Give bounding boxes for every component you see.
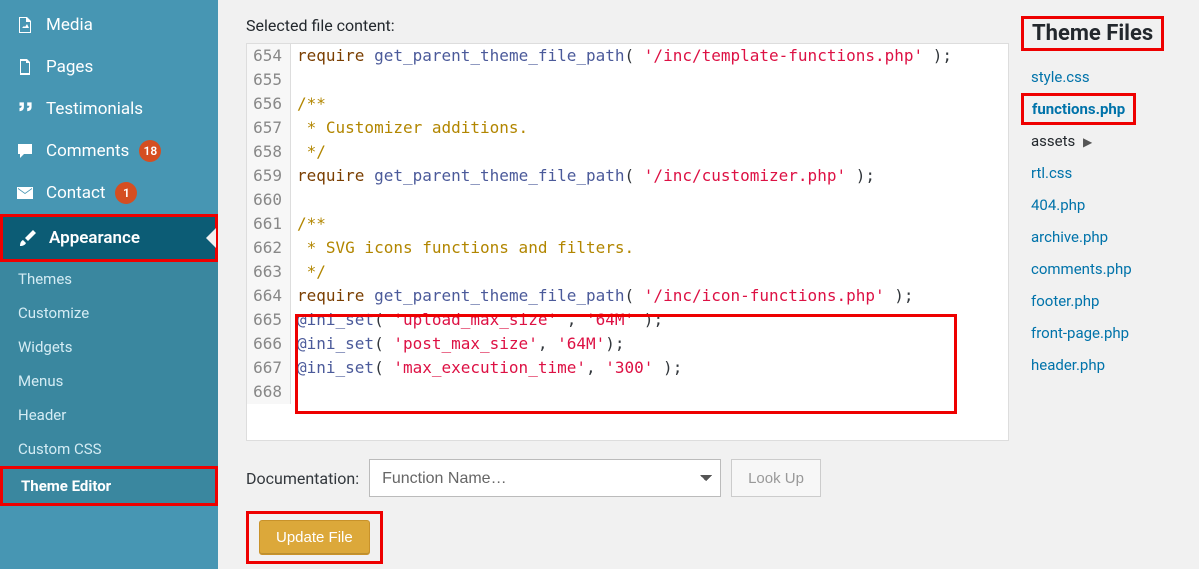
sidebar-item-appearance[interactable]: Appearance xyxy=(0,214,218,262)
theme-file-front-page-php[interactable]: front-page.php xyxy=(1021,317,1179,349)
line-number: 658 xyxy=(247,140,291,164)
sidebar-item-media[interactable]: Media xyxy=(0,4,218,46)
code-text[interactable]: * Customizer additions. xyxy=(291,116,1008,140)
chevron-right-icon: ▶ xyxy=(1083,135,1092,149)
comment-icon xyxy=(14,140,36,162)
code-line[interactable]: 662 * SVG icons functions and filters. xyxy=(247,236,1008,260)
code-line[interactable]: 663 */ xyxy=(247,260,1008,284)
annotation-highlight-file: functions.php xyxy=(1021,93,1136,125)
code-editor[interactable]: 654require get_parent_theme_file_path( '… xyxy=(246,43,1009,441)
sidebar-sub-customize[interactable]: Customize xyxy=(0,296,218,330)
code-text[interactable]: require get_parent_theme_file_path( '/in… xyxy=(291,164,1008,188)
line-number: 659 xyxy=(247,164,291,188)
code-line[interactable]: 655 xyxy=(247,68,1008,92)
theme-file-style-css[interactable]: style.css xyxy=(1021,61,1179,93)
sidebar-sub-themes[interactable]: Themes xyxy=(0,262,218,296)
sidebar-sub-menus[interactable]: Menus xyxy=(0,364,218,398)
line-number: 668 xyxy=(247,380,291,404)
code-text[interactable]: require get_parent_theme_file_path( '/in… xyxy=(291,44,1008,68)
main-content: Selected file content: 654require get_pa… xyxy=(218,0,1199,569)
code-line[interactable]: 657 * Customizer additions. xyxy=(247,116,1008,140)
sidebar-sub-custom-css[interactable]: Custom CSS xyxy=(0,432,218,466)
media-icon xyxy=(14,14,36,36)
code-line[interactable]: 664require get_parent_theme_file_path( '… xyxy=(247,284,1008,308)
code-line[interactable]: 661/** xyxy=(247,212,1008,236)
mail-icon xyxy=(14,182,36,204)
code-text[interactable]: */ xyxy=(291,260,1008,284)
code-text[interactable]: @ini_set( 'upload_max_size' , '64M' ); xyxy=(291,308,1008,332)
code-text[interactable]: require get_parent_theme_file_path( '/in… xyxy=(291,284,1008,308)
code-text[interactable]: /** xyxy=(291,92,1008,116)
code-text[interactable] xyxy=(291,68,1008,92)
code-line[interactable]: 668 xyxy=(247,380,1008,404)
selected-file-heading: Selected file content: xyxy=(246,16,1009,35)
line-number: 666 xyxy=(247,332,291,356)
sidebar-item-comments[interactable]: Comments 18 xyxy=(0,130,218,172)
theme-files-heading: Theme Files xyxy=(1021,16,1164,51)
line-number: 655 xyxy=(247,68,291,92)
sidebar-item-label: Testimonials xyxy=(46,99,143,119)
code-line[interactable]: 659require get_parent_theme_file_path( '… xyxy=(247,164,1008,188)
function-name-select[interactable]: Function Name… xyxy=(369,459,721,497)
sidebar-item-contact[interactable]: Contact 1 xyxy=(0,172,218,214)
line-number: 661 xyxy=(247,212,291,236)
code-text[interactable]: */ xyxy=(291,140,1008,164)
line-number: 660 xyxy=(247,188,291,212)
line-number: 664 xyxy=(247,284,291,308)
theme-file-footer-php[interactable]: footer.php xyxy=(1021,285,1179,317)
line-number: 665 xyxy=(247,308,291,332)
line-number: 667 xyxy=(247,356,291,380)
line-number: 662 xyxy=(247,236,291,260)
line-number: 656 xyxy=(247,92,291,116)
sidebar-item-testimonials[interactable]: Testimonials xyxy=(0,88,218,130)
sidebar-item-label: Appearance xyxy=(49,228,140,248)
theme-file-assets[interactable]: assets ▶ xyxy=(1021,125,1179,157)
sidebar-sub-theme-editor[interactable]: Theme Editor xyxy=(0,466,218,506)
code-line[interactable]: 665@ini_set( 'upload_max_size' , '64M' )… xyxy=(247,308,1008,332)
look-up-button[interactable]: Look Up xyxy=(731,459,821,497)
theme-file-404-php[interactable]: 404.php xyxy=(1021,189,1179,221)
sidebar-item-label: Pages xyxy=(46,57,93,77)
code-line[interactable]: 666@ini_set( 'post_max_size', '64M'); xyxy=(247,332,1008,356)
code-text[interactable] xyxy=(291,380,1008,404)
code-text[interactable]: * SVG icons functions and filters. xyxy=(291,236,1008,260)
theme-file-comments-php[interactable]: comments.php xyxy=(1021,253,1179,285)
code-line[interactable]: 654require get_parent_theme_file_path( '… xyxy=(247,44,1008,68)
code-line[interactable]: 667@ini_set( 'max_execution_time', '300'… xyxy=(247,356,1008,380)
sidebar-item-label: Comments xyxy=(46,141,129,161)
line-number: 654 xyxy=(247,44,291,68)
code-text[interactable]: /** xyxy=(291,212,1008,236)
pages-icon xyxy=(14,56,36,78)
annotation-highlight-update: Update File xyxy=(246,511,383,564)
badge: 1 xyxy=(115,182,137,204)
code-line[interactable]: 656/** xyxy=(247,92,1008,116)
code-text[interactable] xyxy=(291,188,1008,212)
theme-file-rtl-css[interactable]: rtl.css xyxy=(1021,157,1179,189)
sidebar-item-label: Media xyxy=(46,15,93,35)
line-number: 663 xyxy=(247,260,291,284)
line-number: 657 xyxy=(247,116,291,140)
theme-file-archive-php[interactable]: archive.php xyxy=(1021,221,1179,253)
update-file-button[interactable]: Update File xyxy=(259,520,370,555)
theme-file-functions-php[interactable]: functions.php xyxy=(1021,93,1179,125)
quote-icon xyxy=(14,98,36,120)
documentation-label: Documentation: xyxy=(246,469,359,488)
code-line[interactable]: 660 xyxy=(247,188,1008,212)
theme-files-panel: Theme Files style.cssfunctions.phpassets… xyxy=(1021,16,1179,557)
theme-file-header-php[interactable]: header.php xyxy=(1021,349,1179,381)
code-text[interactable]: @ini_set( 'post_max_size', '64M'); xyxy=(291,332,1008,356)
admin-sidebar: Media Pages Testimonials Comments 18 Contact 1… xyxy=(0,0,218,569)
sidebar-sub-widgets[interactable]: Widgets xyxy=(0,330,218,364)
code-line[interactable]: 658 */ xyxy=(247,140,1008,164)
brush-icon xyxy=(17,227,39,249)
badge: 18 xyxy=(139,140,161,162)
sidebar-item-label: Contact xyxy=(46,183,105,203)
sidebar-sub-header[interactable]: Header xyxy=(0,398,218,432)
sidebar-item-pages[interactable]: Pages xyxy=(0,46,218,88)
code-text[interactable]: @ini_set( 'max_execution_time', '300' ); xyxy=(291,356,1008,380)
